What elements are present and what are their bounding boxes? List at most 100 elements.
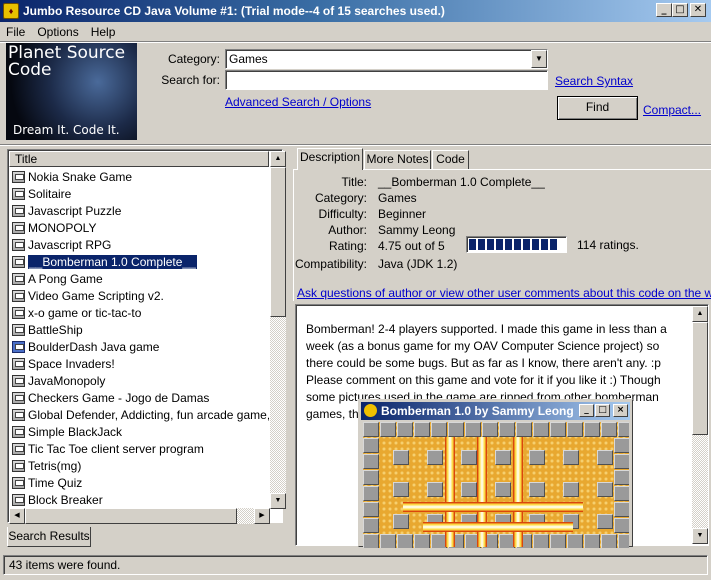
list-item-title: Nokia Snake Game	[28, 169, 133, 184]
list-item[interactable]: Global Defender, Addicting, fun arcade g…	[9, 406, 269, 423]
pillar-block	[529, 482, 545, 497]
code-file-icon	[12, 170, 25, 183]
list-item[interactable]: Space Invaders!	[9, 355, 269, 372]
list-item[interactable]: BattleShip	[9, 321, 269, 338]
desc-scroll-down-button[interactable]: ▼	[692, 528, 708, 544]
list-item[interactable]: Tetris(mg)	[9, 457, 269, 474]
list-item-title: Javascript Puzzle	[28, 203, 122, 218]
desc-scrollbar-thumb[interactable]	[692, 322, 708, 435]
screenshot-title: Bomberman 1.0 by Sammy Leong	[381, 404, 574, 418]
rating-segment	[505, 239, 512, 250]
rating-segment	[487, 239, 494, 250]
close-button[interactable]: ✕	[690, 3, 706, 17]
list-item-title: Javascript RPG	[28, 237, 112, 252]
code-file-icon	[12, 459, 25, 472]
code-file-icon	[12, 425, 25, 438]
search-input[interactable]	[225, 70, 548, 90]
wall-block	[363, 422, 379, 437]
list-item[interactable]: Checkers Game - Jogo de Damas	[9, 389, 269, 406]
screenshot-close-icon: ×	[613, 404, 628, 417]
list-item[interactable]: Tic Tac Toe client server program	[9, 440, 269, 457]
title-value: __Bomberman 1.0 Complete__	[378, 175, 545, 189]
compatibility-value: Java (JDK 1.2)	[378, 257, 458, 271]
code-file-icon	[12, 272, 25, 285]
list-item[interactable]: Javascript RPG	[9, 236, 269, 253]
code-file-icon	[12, 323, 25, 336]
compact-link[interactable]: Compact...	[643, 103, 701, 117]
advanced-search-link[interactable]: Advanced Search / Options	[225, 95, 371, 109]
code-file-icon	[12, 374, 25, 387]
maximize-button[interactable]: □	[672, 3, 688, 17]
logo-text: Planet Source Code	[8, 43, 126, 80]
list-item[interactable]: Nokia Snake Game	[9, 168, 269, 185]
chevron-down-icon[interactable]: ▼	[531, 50, 547, 68]
code-file-icon	[12, 289, 25, 302]
scroll-up-button[interactable]: ▲	[270, 151, 286, 167]
tab-description[interactable]: Description	[297, 148, 363, 170]
window-title: Jumbo Resource CD Java Volume #1: (Trial…	[23, 4, 445, 18]
list-item[interactable]: __Bomberman 1.0 Complete__	[9, 253, 269, 270]
scroll-right-button[interactable]: ▶	[254, 508, 270, 524]
pillar-block	[563, 482, 579, 497]
wall-block	[614, 486, 629, 501]
category-dropdown[interactable]: Games ▼	[225, 49, 548, 69]
list-item[interactable]: Simple BlackJack	[9, 423, 269, 440]
list-item-title: Space Invaders!	[28, 356, 115, 371]
scroll-left-button[interactable]: ◀	[9, 508, 25, 524]
description-box: Bomberman! 2-4 players supported. I made…	[295, 304, 709, 548]
category-value: Games	[229, 52, 268, 66]
list-item-title: Global Defender, Addicting, fun arcade g…	[28, 407, 269, 422]
comments-link[interactable]: Ask questions of author or view other us…	[297, 286, 711, 300]
scroll-down-button[interactable]: ▼	[270, 493, 286, 509]
status-bar: 43 items were found.	[3, 555, 708, 575]
list-item-title: Tic Tac Toe client server program	[28, 441, 204, 456]
rating-bar	[466, 236, 567, 253]
find-button[interactable]: Find	[557, 96, 638, 120]
planet-source-code-logo: Planet Source Code Dream It. Code It.	[6, 43, 137, 140]
list-item-title: BoulderDash Java game	[28, 339, 160, 354]
pillar-block	[427, 450, 443, 465]
compatibility-label: Compatibility:	[294, 257, 367, 271]
screenshot-maximize-icon: □	[595, 404, 610, 417]
search-syntax-link[interactable]: Search Syntax	[555, 74, 633, 88]
results-list[interactable]: Title ▲ Nokia Snake Game Solitaire Javascr…	[7, 149, 286, 524]
list-item[interactable]: MONOPOLY	[9, 219, 269, 236]
wall-block	[363, 518, 379, 533]
code-file-icon	[12, 357, 25, 370]
tab-more-notes[interactable]: More Notes	[364, 150, 431, 169]
flame-icon	[403, 502, 583, 512]
menu-options[interactable]: Options	[31, 25, 84, 39]
list-item[interactable]: A Pong Game	[9, 270, 269, 287]
menu-help[interactable]: Help	[85, 25, 122, 39]
minimize-button[interactable]: _	[656, 3, 672, 17]
wall-block	[614, 518, 629, 533]
list-item[interactable]: Video Game Scripting v2.	[9, 287, 269, 304]
list-item[interactable]: Javascript Puzzle	[9, 202, 269, 219]
wall-block	[431, 422, 447, 437]
list-item-title: BattleShip	[28, 322, 83, 337]
rating-label: Rating:	[328, 239, 367, 253]
h-scrollbar-thumb[interactable]	[25, 508, 237, 524]
wall-block	[618, 534, 629, 548]
rating-segment	[514, 239, 521, 250]
author-label: Author:	[328, 223, 367, 237]
wall-block	[618, 422, 629, 437]
code-file-icon	[12, 204, 25, 217]
header-separator	[0, 144, 711, 146]
list-item-title: Simple BlackJack	[28, 424, 123, 439]
list-item[interactable]: Block Breaker	[9, 491, 269, 508]
pillar-block	[529, 450, 545, 465]
column-header-title[interactable]: Title	[9, 151, 269, 167]
tab-code[interactable]: Code	[432, 150, 469, 169]
list-item[interactable]: Time Quiz	[9, 474, 269, 491]
menu-file[interactable]: File	[0, 25, 31, 39]
scrollbar-thumb[interactable]	[270, 167, 286, 317]
logo-slogan: Dream It. Code It.	[13, 123, 120, 137]
list-item[interactable]: JavaMonopoly	[9, 372, 269, 389]
list-item[interactable]: x-o game or tic-tac-to	[9, 304, 269, 321]
list-item[interactable]: Solitaire	[9, 185, 269, 202]
tab-search-results[interactable]: Search Results	[7, 527, 91, 547]
list-item[interactable]: BoulderDash Java game	[9, 338, 269, 355]
desc-scroll-up-button[interactable]: ▲	[692, 306, 708, 322]
pillar-block	[563, 450, 579, 465]
